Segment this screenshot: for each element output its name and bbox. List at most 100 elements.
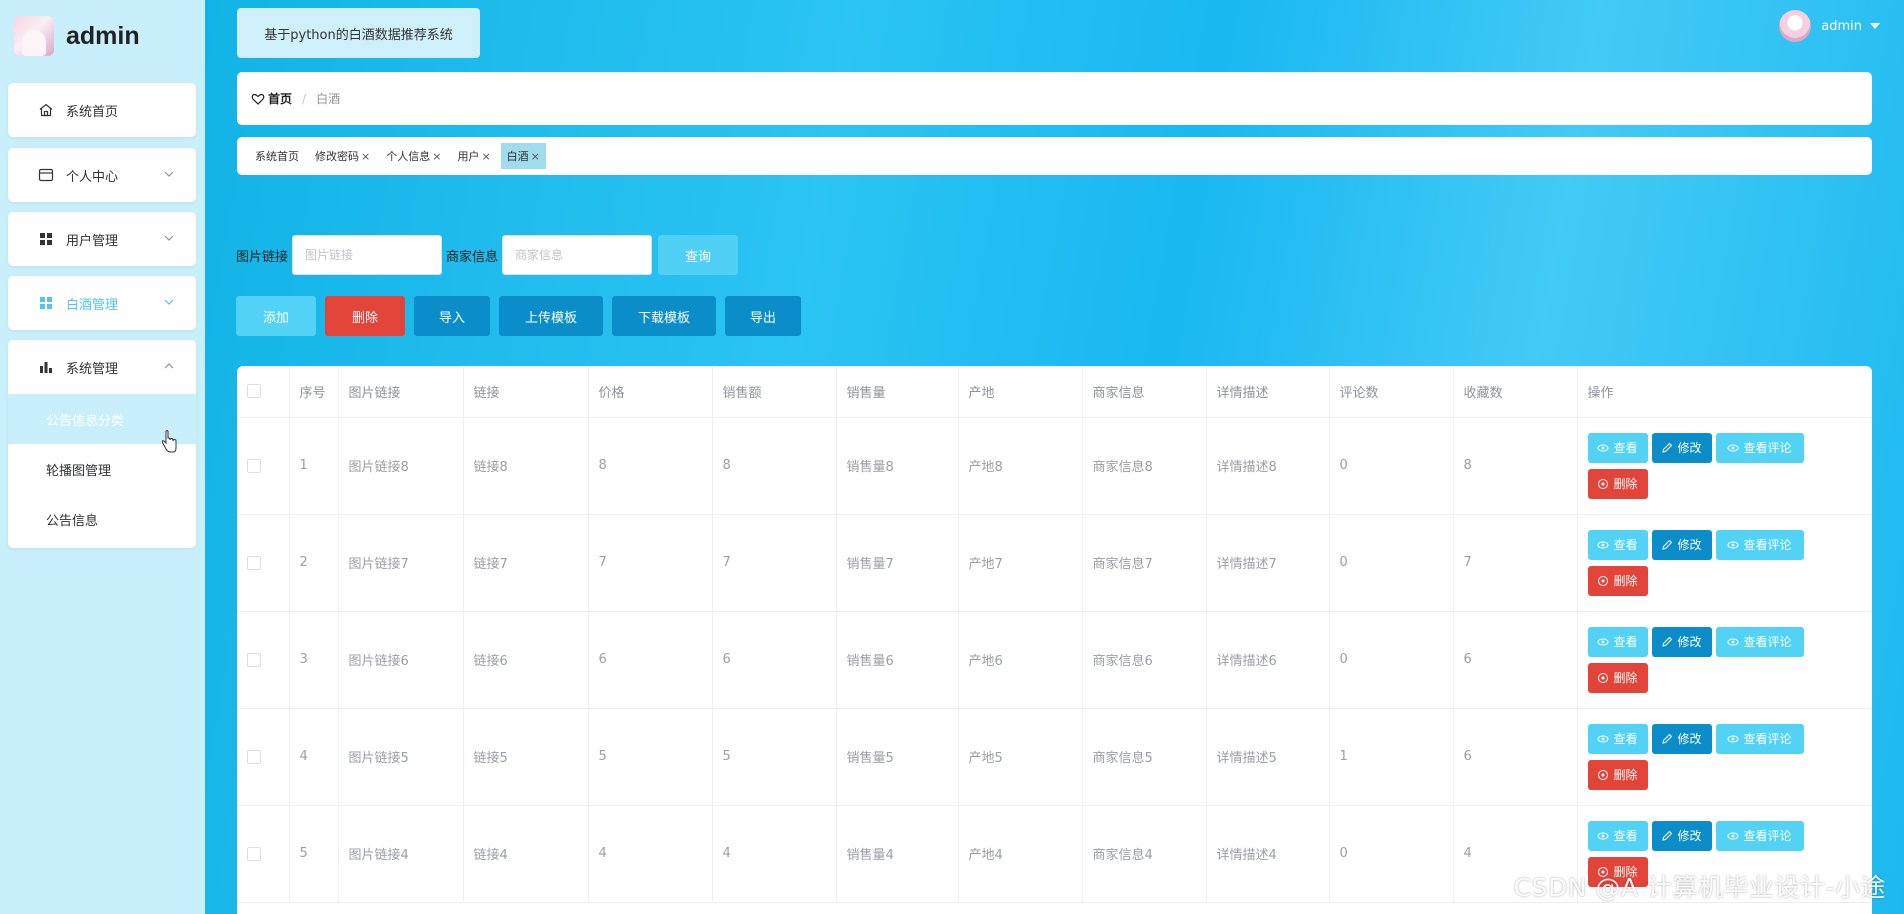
- table-cell: 图片链接5: [338, 708, 464, 806]
- chevron-down-icon: [162, 295, 176, 309]
- query-button[interactable]: 查询: [658, 235, 739, 275]
- sidebar-item-users[interactable]: 用户管理: [8, 212, 196, 266]
- circle-x-icon: [1597, 478, 1609, 490]
- button-label: 修改: [1677, 538, 1702, 552]
- close-icon[interactable]: ×: [531, 150, 540, 163]
- tag-label: 修改密码: [315, 150, 359, 163]
- card-icon: [38, 167, 54, 183]
- table-cell: 1: [1329, 708, 1454, 806]
- row-checkbox[interactable]: [247, 458, 261, 473]
- view-button[interactable]: 查看: [1587, 529, 1648, 560]
- edit-button[interactable]: 修改: [1651, 626, 1712, 657]
- tag-personal-info[interactable]: 个人信息 ×: [380, 143, 447, 169]
- eye-icon: [1727, 442, 1739, 454]
- tag-liquor[interactable]: 白酒 ×: [500, 143, 546, 169]
- table-row: 4 图片链接5 链接5 5 5 销售量5 产地5 商家信息5 详情描述5 1 6 查看 修改 查看评论 删除: [237, 708, 1872, 806]
- edit-button[interactable]: 修改: [1651, 723, 1712, 754]
- sidebar-item-home[interactable]: 系统首页: [8, 83, 196, 137]
- table-cell: 详情描述6: [1206, 611, 1330, 709]
- edit-button[interactable]: 修改: [1651, 529, 1712, 560]
- row-checkbox[interactable]: [247, 846, 261, 861]
- table-cell: 销售量7: [836, 514, 959, 612]
- search-form: 图片链接 商家信息 查询: [236, 235, 739, 275]
- sidebar-subitem-notice[interactable]: 公告信息: [8, 494, 196, 544]
- breadcrumb-home[interactable]: 首页: [268, 90, 292, 107]
- button-label: 查看: [1613, 732, 1638, 746]
- column-header: 商家信息: [1082, 366, 1207, 418]
- delete-button[interactable]: 删除: [1587, 662, 1648, 693]
- table-cell: 4: [712, 805, 837, 903]
- view-button[interactable]: 查看: [1587, 626, 1648, 657]
- button-label: 删除: [1613, 768, 1638, 782]
- table-cell: 商家信息5: [1082, 708, 1207, 806]
- sidebar-item-profile[interactable]: 个人中心: [8, 148, 196, 202]
- pencil-icon: [1661, 539, 1673, 551]
- table-cell: 销售量4: [836, 805, 959, 903]
- import-button[interactable]: 导入: [414, 296, 490, 336]
- sidebar-item-label: 白酒管理: [66, 297, 119, 313]
- merchant-info-input[interactable]: [502, 235, 653, 275]
- column-header: 产地: [958, 366, 1083, 418]
- table-row: 3 图片链接6 链接6 6 6 销售量6 产地6 商家信息6 详情描述6 0 6 查看 修改 查看评论 删除: [237, 611, 1872, 709]
- row-checkbox[interactable]: [247, 749, 261, 764]
- select-all-checkbox[interactable]: [247, 384, 261, 399]
- row-actions: 查看 修改 查看评论删除: [1587, 529, 1828, 596]
- circle-x-icon: [1597, 769, 1609, 781]
- system-title: 基于python的白酒数据推荐系统: [237, 8, 480, 58]
- delete-button[interactable]: 删除: [1587, 565, 1648, 596]
- row-checkbox[interactable]: [247, 555, 261, 570]
- tag-home[interactable]: 系统首页: [249, 143, 305, 169]
- edit-button[interactable]: 修改: [1651, 432, 1712, 463]
- view-comments-button[interactable]: 查看评论: [1715, 626, 1804, 657]
- button-label: 删除: [1613, 671, 1638, 685]
- close-icon[interactable]: ×: [432, 150, 441, 163]
- view-button[interactable]: 查看: [1587, 820, 1648, 851]
- sidebar-item-label: 系统管理: [66, 361, 119, 377]
- circle-x-icon: [1597, 575, 1609, 587]
- hand-cursor-icon: [160, 429, 178, 454]
- table-cell: 链接7: [463, 514, 589, 612]
- close-icon[interactable]: ×: [361, 150, 370, 163]
- user-menu[interactable]: admin: [1779, 10, 1880, 42]
- close-icon[interactable]: ×: [481, 150, 490, 163]
- tags-view: 系统首页 修改密码 × 个人信息 × 用户 × 白酒 ×: [237, 137, 1872, 175]
- column-header: 详情描述: [1206, 366, 1330, 418]
- breadcrumb-current: 白酒: [316, 92, 341, 106]
- view-comments-button[interactable]: 查看评论: [1715, 820, 1804, 851]
- download-template-button[interactable]: 下载模板: [612, 296, 716, 336]
- button-label: 查看评论: [1743, 441, 1792, 455]
- export-button[interactable]: 导出: [725, 296, 801, 336]
- delete-button[interactable]: 删除: [1587, 468, 1648, 499]
- column-header: 销售额: [712, 366, 837, 418]
- image-link-input[interactable]: [292, 235, 443, 275]
- tag-users[interactable]: 用户 ×: [451, 143, 496, 169]
- view-comments-button[interactable]: 查看评论: [1715, 432, 1804, 463]
- delete-button[interactable]: 删除: [1587, 759, 1648, 790]
- row-actions: 查看 修改 查看评论删除: [1587, 626, 1828, 693]
- table-cell: 8: [712, 417, 837, 515]
- sidebar-item-liquor[interactable]: 白酒管理: [8, 276, 196, 330]
- view-button[interactable]: 查看: [1587, 723, 1648, 754]
- tag-label: 个人信息: [386, 150, 431, 163]
- table-cell: 链接4: [463, 805, 589, 903]
- heart-icon: [251, 92, 265, 106]
- table-cell: 6: [712, 611, 837, 709]
- app-name: admin: [66, 21, 140, 50]
- batch-delete-button[interactable]: 删除: [325, 296, 405, 336]
- table-cell: 7: [1453, 514, 1578, 612]
- button-label: 查看评论: [1743, 732, 1792, 746]
- upload-template-button[interactable]: 上传模板: [499, 296, 603, 336]
- view-button[interactable]: 查看: [1587, 432, 1648, 463]
- row-checkbox[interactable]: [247, 652, 261, 667]
- edit-button[interactable]: 修改: [1651, 820, 1712, 851]
- eye-icon: [1727, 636, 1739, 648]
- table-cell: 销售量8: [836, 417, 959, 515]
- add-button[interactable]: 添加: [236, 296, 316, 336]
- logo-avatar: [14, 16, 54, 56]
- table-cell: 产地5: [958, 708, 1083, 806]
- view-comments-button[interactable]: 查看评论: [1715, 529, 1804, 560]
- table-cell: 图片链接4: [338, 805, 464, 903]
- view-comments-button[interactable]: 查看评论: [1715, 723, 1804, 754]
- table-cell: 图片链接6: [338, 611, 464, 709]
- tag-change-password[interactable]: 修改密码 ×: [309, 143, 376, 169]
